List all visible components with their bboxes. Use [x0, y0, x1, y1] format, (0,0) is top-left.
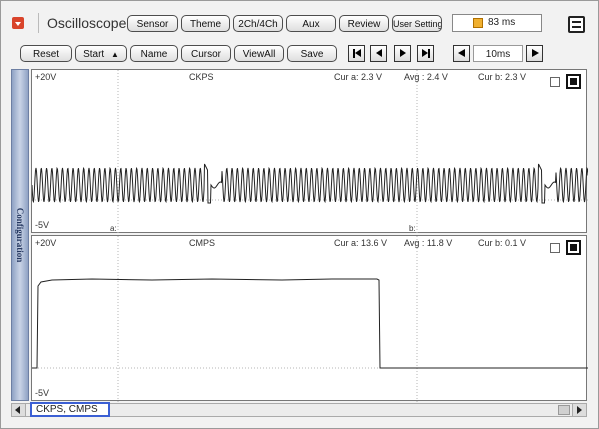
channel1-expand-icon[interactable]: [566, 74, 581, 89]
increase-icon: [532, 49, 539, 57]
scroll-grip[interactable]: [558, 405, 570, 415]
channel1-average-value: Avg : 2.4 V: [404, 72, 448, 82]
configuration-label: Configuration: [15, 207, 25, 263]
channel-selector-label: CKPS, CMPS: [36, 404, 98, 415]
start-dropdown[interactable]: Start ▲: [75, 45, 127, 62]
channel2-cursor-b-value: Cur b: 0.1 V: [478, 238, 527, 248]
channel2-average-value: Avg : 11.8 V: [404, 238, 453, 248]
viewall-button[interactable]: ViewAll: [234, 45, 284, 62]
name-button[interactable]: Name: [130, 45, 178, 62]
user-setting-button[interactable]: User Setting: [392, 15, 442, 32]
channel1-min-label: -5V: [35, 220, 50, 230]
decrease-icon: [458, 49, 465, 57]
scroll-left-icon: [15, 406, 20, 414]
app-icon[interactable]: [12, 17, 24, 29]
horizontal-scrollbar[interactable]: CKPS, CMPS: [11, 402, 587, 417]
cmps-waveform: [32, 278, 588, 369]
aux-button[interactable]: Aux: [286, 15, 336, 32]
cursor-a-marker[interactable]: a:: [110, 224, 117, 233]
ckps-waveform: [32, 163, 588, 204]
channel1-max-label: +20V: [35, 72, 57, 82]
menu-icon[interactable]: [568, 16, 585, 33]
skip-last-button[interactable]: [417, 45, 434, 62]
sensor-button[interactable]: Sensor: [127, 15, 178, 32]
scroll-left-button[interactable]: [12, 404, 26, 416]
channel2-select-checkbox[interactable]: [550, 243, 560, 253]
channel1-cursor-b-value: Cur b: 2.3 V: [478, 72, 527, 82]
skip-first-button[interactable]: [348, 45, 365, 62]
channel2-plot[interactable]: +20V -5V CMPS Cur a: 13.6 V Avg : 11.8 V…: [31, 235, 588, 402]
oscilloscope-window: Oscilloscope Sensor Theme 2Ch/4Ch Aux Re…: [0, 0, 599, 429]
app-title: Oscilloscope: [47, 15, 127, 31]
channel2-max-label: +20V: [35, 238, 57, 248]
step-forward-button[interactable]: [394, 45, 411, 62]
channel2-name: CMPS: [189, 238, 216, 248]
theme-button[interactable]: Theme: [181, 15, 230, 32]
channel2-expand-icon[interactable]: [566, 240, 581, 255]
channel-selector[interactable]: CKPS, CMPS: [30, 402, 110, 417]
step-back-icon: [376, 49, 382, 57]
timebase-decrease-button[interactable]: [453, 45, 470, 62]
step-back-button[interactable]: [370, 45, 387, 62]
timebase-value: 10ms: [473, 45, 523, 62]
updown-icon: ▲: [110, 50, 119, 59]
timebase-increase-button[interactable]: [526, 45, 543, 62]
channel1-select-checkbox[interactable]: [550, 77, 560, 87]
channel1-name: CKPS: [189, 72, 214, 82]
channel1-cursor-a-value: Cur a: 2.3 V: [334, 72, 383, 82]
reset-button[interactable]: Reset: [20, 45, 72, 62]
divider: [38, 13, 39, 33]
cursor-button[interactable]: Cursor: [181, 45, 231, 62]
timer-icon: [473, 18, 483, 28]
channel1-trace-svg: [32, 70, 588, 234]
step-forward-icon: [400, 49, 406, 57]
review-button[interactable]: Review: [339, 15, 389, 32]
channel2-trace-svg: [32, 236, 588, 402]
channel1-plot[interactable]: +20V -5V CKPS Cur a: 2.3 V Avg : 2.4 V C…: [31, 69, 588, 234]
channel1-gridlines: [32, 70, 588, 234]
refresh-rate-display: 83 ms: [452, 14, 542, 32]
channel-mode-button[interactable]: 2Ch/4Ch: [233, 15, 283, 32]
cursor-b-marker[interactable]: b:: [409, 224, 416, 233]
refresh-rate-value: 83 ms: [488, 17, 516, 28]
channel2-gridlines: [32, 236, 588, 402]
save-button[interactable]: Save: [287, 45, 337, 62]
channel2-cursor-a-value: Cur a: 13.6 V: [334, 238, 388, 248]
channel2-min-label: -5V: [35, 388, 50, 398]
configuration-tab[interactable]: Configuration: [11, 69, 29, 401]
scroll-right-button[interactable]: [572, 404, 586, 416]
scroll-right-icon: [577, 406, 582, 414]
start-label: Start: [83, 49, 105, 60]
